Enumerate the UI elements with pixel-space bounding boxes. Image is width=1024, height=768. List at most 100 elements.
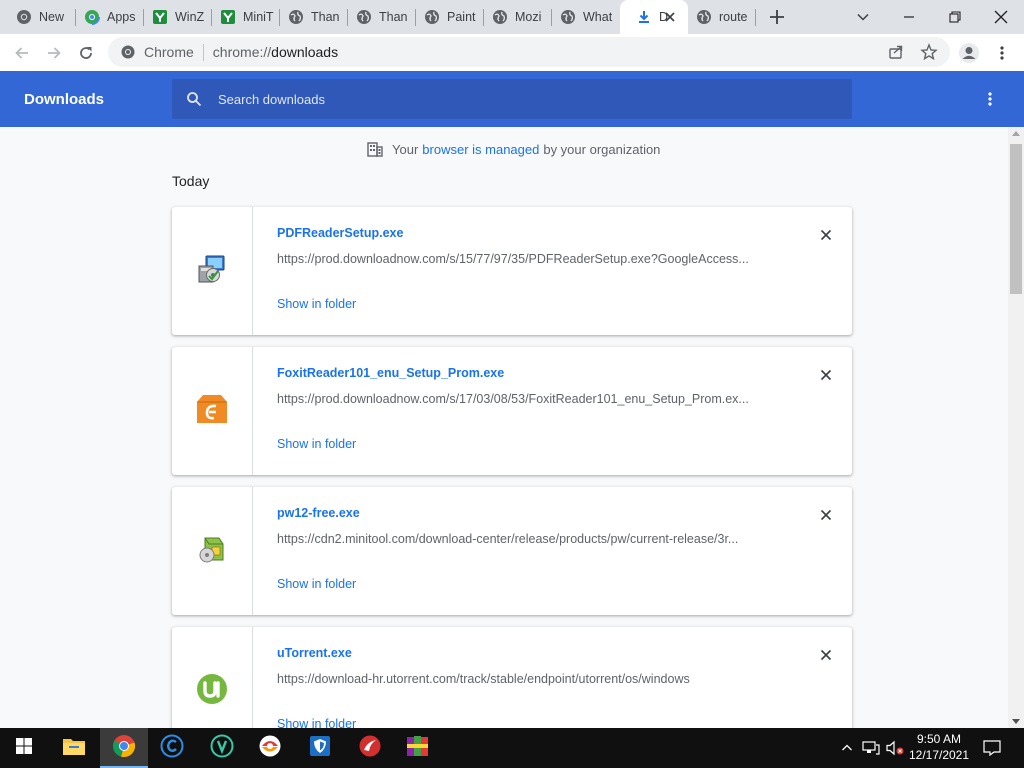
tab-apps[interactable]: Apps [68,0,144,34]
taskbar-rescue-app[interactable] [346,728,394,768]
notifications-icon[interactable] [980,728,1004,768]
tab-downloads[interactable]: D [620,0,688,34]
file-name-link[interactable]: pw12-free.exe [277,506,360,520]
browser-toolbar: Chrome chrome://downloads [0,34,1024,71]
chrome-icon [112,734,136,763]
taskbar-update-app[interactable] [198,728,246,768]
taskbar-ccleaner[interactable] [148,728,196,768]
share-icon[interactable] [888,44,904,60]
tab-page-5[interactable]: Than [272,0,348,34]
taskbar-avg[interactable] [246,728,294,768]
update-icon [210,734,234,763]
clock-date: 12/17/2021 [908,748,970,762]
winzip-icon [152,9,168,25]
taskbar-winrar[interactable] [394,728,442,768]
shield-icon [308,734,332,763]
download-card: FoxitReader101_enu_Setup_Prom.exe https:… [172,347,852,475]
minimize-button[interactable] [886,0,932,34]
remove-icon[interactable] [816,365,836,385]
url-host: downloads [271,44,339,60]
tab-page-6[interactable]: Than [340,0,416,34]
tab-label: route [719,10,748,24]
back-button[interactable] [9,40,35,66]
tab-page-8[interactable]: Mozi [476,0,552,34]
profile-button[interactable] [956,40,982,66]
search-input[interactable] [218,89,818,109]
globe-icon [288,9,304,25]
file-url[interactable]: https://prod.downloadnow.com/s/17/03/08/… [277,392,777,406]
show-in-folder-link[interactable]: Show in folder [277,577,356,591]
globe-icon [492,9,508,25]
file-url[interactable]: https://prod.downloadnow.com/s/15/77/97/… [277,252,777,266]
managed-suffix: by your organization [543,141,661,157]
taskbar-file-explorer[interactable] [50,728,98,768]
browser-menu-button[interactable] [989,40,1015,66]
utorrent-icon [195,672,229,711]
close-tab-icon[interactable] [662,9,678,25]
tab-search-button[interactable] [840,0,886,34]
system-clock[interactable]: 9:50 AM 12/17/2021 [904,731,974,763]
remove-icon[interactable] [816,645,836,665]
file-url[interactable]: https://cdn2.minitool.com/download-cente… [277,532,777,546]
globe-icon [356,9,372,25]
section-header: Today [172,173,210,189]
show-in-folder-link[interactable]: Show in folder [277,717,356,728]
scrollbar-thumb[interactable] [1010,144,1022,294]
chrome-icon [120,44,136,60]
taskbar-defender[interactable] [296,728,344,768]
ccleaner-icon [160,734,184,763]
globe-icon [696,9,712,25]
new-tab-button[interactable] [766,6,788,28]
minitool-icon [220,9,236,25]
more-actions-icon[interactable] [978,87,1002,111]
close-window-button[interactable] [978,0,1024,34]
file-icon-column [172,347,253,475]
search-icon [186,91,202,107]
file-url[interactable]: https://download-hr.utorrent.com/track/s… [277,672,777,686]
bookmark-star-icon[interactable] [920,43,938,61]
downloads-header: Downloads [0,71,1024,127]
scroll-down-arrow[interactable] [1012,719,1020,724]
vertical-scrollbar[interactable] [1008,127,1024,728]
tab-winzip[interactable]: WinZ [136,0,212,34]
managed-prefix: Your [392,141,419,157]
winrar-icon [405,734,431,763]
file-name-link[interactable]: PDFReaderSetup.exe [277,226,403,240]
show-in-folder-link[interactable]: Show in folder [277,437,356,451]
tab-strip: New Apps WinZ MiniT Than Than Paint Mozi… [0,0,1024,34]
file-icon-column [172,207,253,335]
file-name-link[interactable]: FoxitReader101_enu_Setup_Prom.exe [277,366,504,380]
url-scheme: chrome:// [212,44,272,60]
show-in-folder-link[interactable]: Show in folder [277,297,356,311]
avg-icon [258,734,282,763]
tab-new[interactable]: New [0,0,76,34]
tab-label: What [583,10,613,24]
search-box[interactable] [172,79,852,119]
rescue-icon [358,734,382,763]
volume-muted-icon[interactable] [884,728,906,768]
scroll-up-arrow[interactable] [1012,131,1020,136]
start-button[interactable] [0,728,48,768]
remove-icon[interactable] [816,505,836,525]
chrome-icon [16,9,32,25]
reload-button[interactable] [73,40,99,66]
tab-minitool[interactable]: MiniT [204,0,280,34]
file-name-link[interactable]: uTorrent.exe [277,646,352,660]
network-icon[interactable] [860,728,882,768]
building-icon [366,140,384,158]
address-bar[interactable]: Chrome chrome://downloads [108,37,950,67]
tab-page-9[interactable]: What [544,0,620,34]
apps-icon [84,9,100,25]
restore-button[interactable] [932,0,978,34]
tab-page-11[interactable]: route [680,0,756,34]
download-card: pw12-free.exe https://cdn2.minitool.com/… [172,487,852,615]
tab-page-7[interactable]: Paint [408,0,484,34]
show-hidden-icons-button[interactable] [838,728,856,768]
managed-link[interactable]: browser is managed [422,142,539,157]
download-card: PDFReaderSetup.exe https://prod.download… [172,207,852,335]
remove-icon[interactable] [816,225,836,245]
forward-button[interactable] [41,40,67,66]
page-title: Downloads [24,91,105,108]
minitool-setup-icon [195,532,229,571]
taskbar-chrome[interactable] [100,728,148,768]
